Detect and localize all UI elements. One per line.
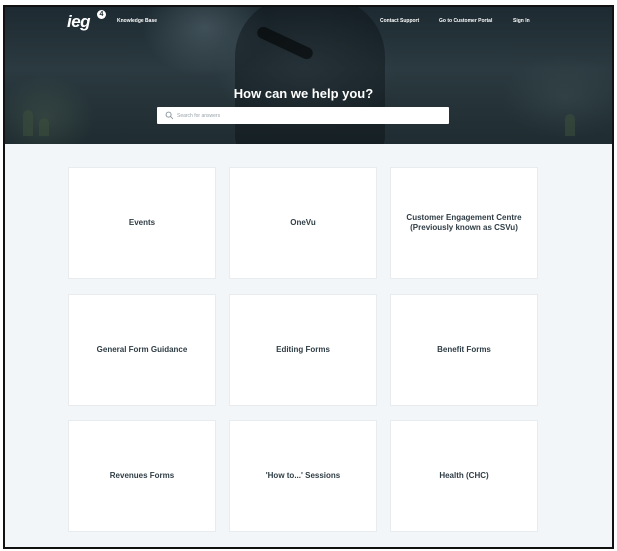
category-card-health-chc[interactable]: Health (CHC) [390, 420, 538, 532]
top-navigation-bar: ieg 4 Knowledge Base Contact Support Go … [5, 7, 612, 35]
category-card-label: 'How to...' Sessions [265, 470, 341, 480]
category-card-label: Benefit Forms [437, 344, 491, 354]
search-box[interactable] [157, 107, 449, 124]
sign-in-link[interactable]: Sign In [513, 18, 530, 24]
category-card-general-form-guidance[interactable]: General Form Guidance [68, 294, 216, 406]
hero-background-plant [39, 118, 49, 136]
category-card-events[interactable]: Events [68, 167, 216, 279]
category-card-revenues-forms[interactable]: Revenues Forms [68, 420, 216, 532]
category-card-label: General Form Guidance [96, 344, 188, 354]
logo-superscript: 4 [97, 10, 106, 19]
category-card-label: Editing Forms [276, 344, 330, 354]
contact-support-link[interactable]: Contact Support [380, 18, 419, 24]
knowledge-base-label: Knowledge Base [117, 18, 158, 24]
search-icon [165, 111, 174, 120]
category-card-onevu[interactable]: OneVu [229, 167, 377, 279]
category-card-label: Health (CHC) [439, 470, 489, 480]
category-card-editing-forms[interactable]: Editing Forms [229, 294, 377, 406]
hero-title: How can we help you? [233, 86, 374, 101]
category-card-how-to-sessions[interactable]: 'How to...' Sessions [229, 420, 377, 532]
ieg4-logo[interactable]: ieg [67, 12, 91, 32]
hero-background-plant [565, 114, 575, 136]
category-card-label: Revenues Forms [109, 470, 175, 480]
category-card-benefit-forms[interactable]: Benefit Forms [390, 294, 538, 406]
customer-portal-link[interactable]: Go to Customer Portal [439, 18, 492, 24]
hero-banner: ieg 4 Knowledge Base Contact Support Go … [5, 7, 612, 144]
category-card-label: Events [128, 217, 156, 227]
category-card-label: Customer Engagement Centre (Previously k… [406, 212, 522, 232]
category-card-customer-engagement-centre[interactable]: Customer Engagement Centre (Previously k… [390, 167, 538, 279]
page-frame: ieg 4 Knowledge Base Contact Support Go … [3, 5, 614, 549]
search-input[interactable] [177, 109, 437, 122]
hero-background-plant [23, 110, 33, 136]
category-card-label: OneVu [290, 217, 316, 227]
